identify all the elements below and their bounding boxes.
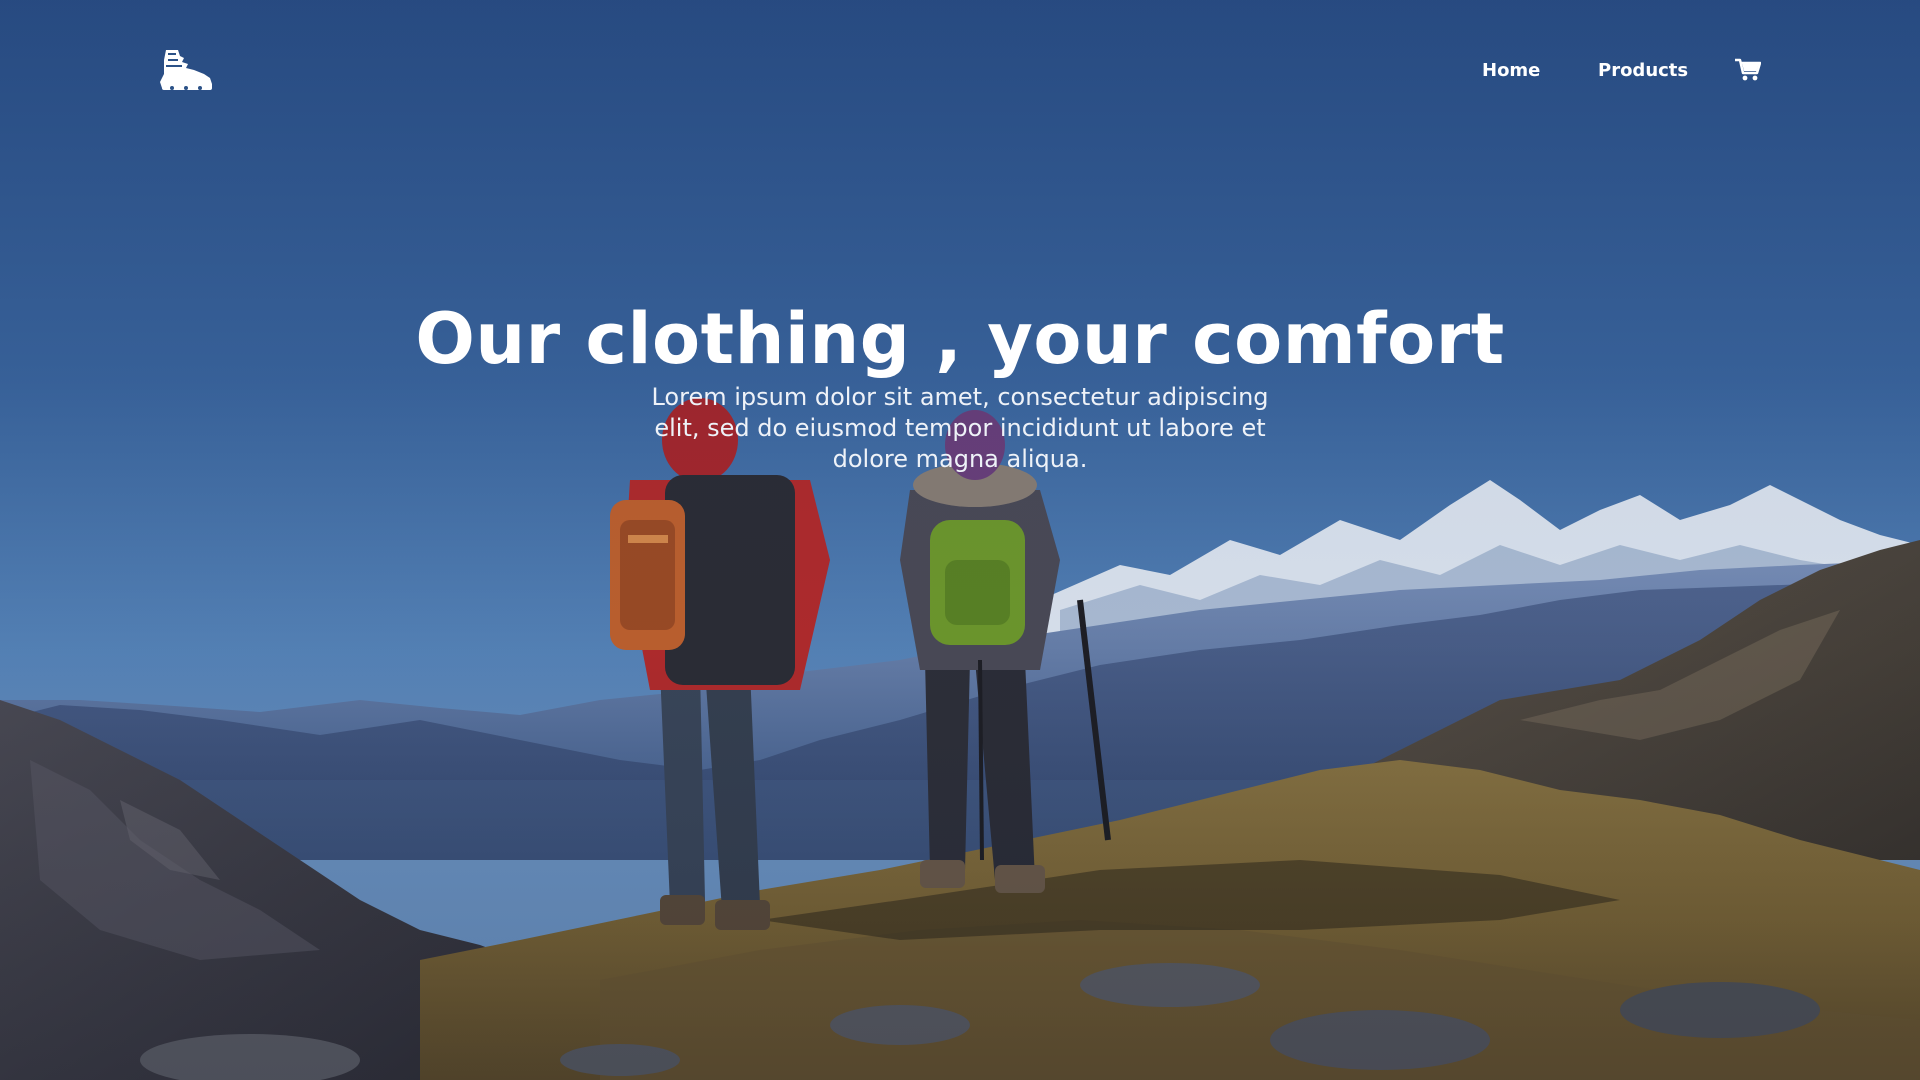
hero-title: Our clothing , your comfort	[415, 298, 1505, 380]
shopping-cart-icon[interactable]	[1735, 58, 1762, 82]
hiking-boot-icon[interactable]	[158, 48, 214, 92]
hero-subtitle: Lorem ipsum dolor sit amet, consectetur …	[651, 383, 1269, 473]
hero-section: Home Products Our clothing , your comfor…	[0, 0, 1920, 1080]
navbar: Home Products	[0, 0, 1920, 140]
nav-link-products[interactable]: Products	[1598, 58, 1688, 84]
hero-background-image	[0, 0, 1920, 1080]
nav-link-home[interactable]: Home	[1482, 58, 1540, 84]
